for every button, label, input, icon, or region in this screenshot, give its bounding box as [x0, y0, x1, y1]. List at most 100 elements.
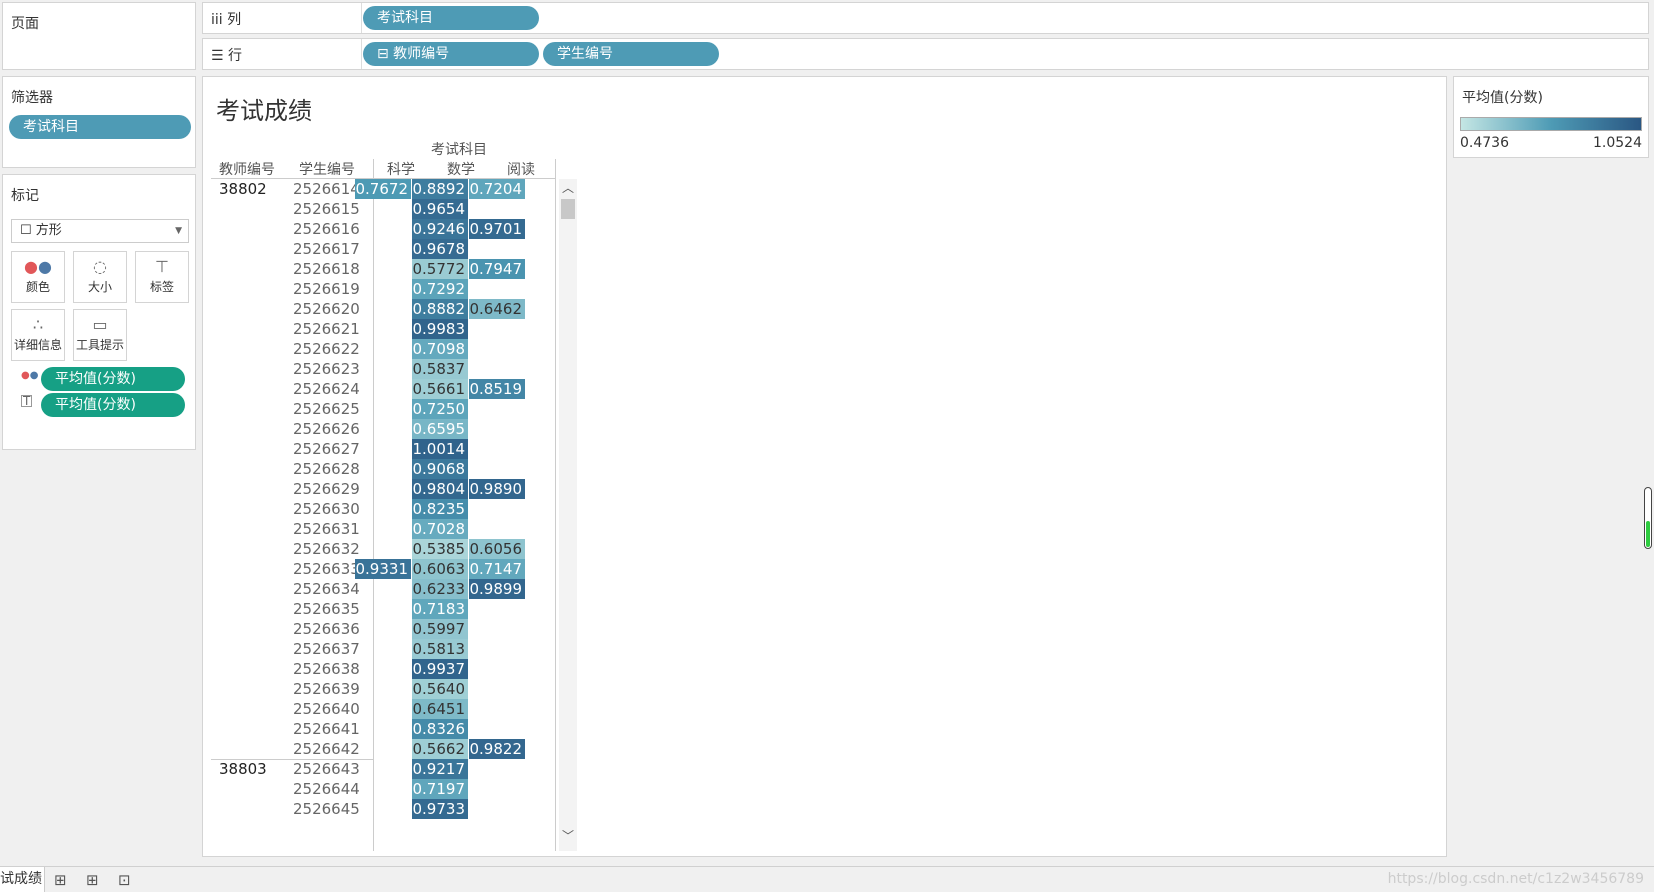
- mark-type-value: ☐ 方形: [20, 223, 62, 238]
- view-panel: 考试成绩 考试科目 教师编号 学生编号 科学 数学 阅读 38802 252661…: [202, 76, 1447, 857]
- student-id-label: 2526618: [293, 260, 360, 278]
- student-id-label: 2526626: [293, 420, 360, 438]
- heatmap-cell[interactable]: 0.9331: [355, 559, 411, 579]
- heatmap-cell[interactable]: 0.5997: [412, 619, 468, 639]
- student-id-label: 2526614: [293, 180, 360, 198]
- student-id-label: 2526630: [293, 500, 360, 518]
- heatmap-cell[interactable]: 0.8235: [412, 499, 468, 519]
- heatmap-cell[interactable]: 0.9822: [469, 739, 525, 759]
- new-story-icon[interactable]: ⊡: [118, 871, 131, 889]
- heatmap-cell[interactable]: 0.7947: [469, 259, 525, 279]
- heatmap-cell[interactable]: 0.7183: [412, 599, 468, 619]
- heatmap-cell[interactable]: 0.9678: [412, 239, 468, 259]
- student-id-label: 2526641: [293, 720, 360, 738]
- heatmap-cell[interactable]: 0.9983: [412, 319, 468, 339]
- marks-size-button[interactable]: ◌ 大小: [73, 251, 127, 303]
- heatmap-cell[interactable]: 0.7250: [412, 399, 468, 419]
- heatmap-cell[interactable]: 0.9899: [469, 579, 525, 599]
- rows-pill-teacher-id[interactable]: ⊟ 教师编号: [363, 42, 539, 66]
- heatmap-cell[interactable]: 0.9246: [412, 219, 468, 239]
- heatmap-cell[interactable]: 0.5662: [412, 739, 468, 759]
- student-id-label: 2526640: [293, 700, 360, 718]
- heatmap-cell[interactable]: 0.6056: [469, 539, 525, 559]
- color-dots-icon: ●●: [24, 257, 52, 276]
- heatmap-cell[interactable]: 0.7292: [412, 279, 468, 299]
- marks-panel: 标记 ☐ 方形 ▼ ●● 颜色 ◌ 大小 ⊤ 标签 ∴ 详细信息 ▭ 工具提示 …: [2, 174, 196, 450]
- heatmap-cell[interactable]: 0.8892: [412, 179, 468, 199]
- side-scroll-fill: [1646, 521, 1650, 547]
- student-id-label: 2526638: [293, 660, 360, 678]
- student-id-label: 2526631: [293, 520, 360, 538]
- marks-color-button[interactable]: ●● 颜色: [11, 251, 65, 303]
- student-id-label: 2526621: [293, 320, 360, 338]
- heatmap-cell[interactable]: 0.6595: [412, 419, 468, 439]
- side-scroll-indicator[interactable]: [1644, 487, 1652, 549]
- heatmap-cell[interactable]: 0.5837: [412, 359, 468, 379]
- student-id-label: 2526639: [293, 680, 360, 698]
- heatmap-cell[interactable]: 0.5385: [412, 539, 468, 559]
- teacher-id-label: 38803: [219, 760, 267, 778]
- heatmap-cell[interactable]: 0.7672: [355, 179, 411, 199]
- heatmap-cell[interactable]: 0.9804: [412, 479, 468, 499]
- heatmap-cell[interactable]: 0.9654: [412, 199, 468, 219]
- student-id-label: 2526622: [293, 340, 360, 358]
- heatmap-cell[interactable]: 0.6063: [412, 559, 468, 579]
- heatmap-cell[interactable]: 0.8519: [469, 379, 525, 399]
- heatmap-cell[interactable]: 0.8326: [412, 719, 468, 739]
- heatmap-cell[interactable]: 0.9733: [412, 799, 468, 819]
- heatmap-cell[interactable]: 0.7028: [412, 519, 468, 539]
- heatmap-cell[interactable]: 0.5813: [412, 639, 468, 659]
- table-scrollbar[interactable]: ︿ ﹀: [559, 179, 577, 851]
- heatmap-cell[interactable]: 0.7098: [412, 339, 468, 359]
- heatmap-cell[interactable]: 0.9937: [412, 659, 468, 679]
- heatmap-cell[interactable]: 0.5640: [412, 679, 468, 699]
- heatmap-cell[interactable]: 0.7197: [412, 779, 468, 799]
- heatmap-cell[interactable]: 1.0014: [412, 439, 468, 459]
- new-worksheet-icon[interactable]: ⊞: [54, 871, 67, 889]
- legend-title: 平均值(分数): [1462, 90, 1543, 106]
- student-id-label: 2526637: [293, 640, 360, 658]
- legend-panel[interactable]: 平均值(分数) 0.4736 1.0524: [1453, 76, 1649, 158]
- marks-tooltip-button[interactable]: ▭ 工具提示: [73, 309, 127, 361]
- student-id-label: 2526619: [293, 280, 360, 298]
- marks-color-field-pill[interactable]: 平均值(分数): [41, 367, 185, 391]
- rows-pill-student-id[interactable]: 学生编号: [543, 42, 719, 66]
- student-id-label: 2526635: [293, 600, 360, 618]
- detail-dots-icon: ∴: [32, 315, 44, 334]
- heatmap-cell[interactable]: 0.5772: [412, 259, 468, 279]
- filters-panel: 筛选器 考试科目: [2, 76, 196, 168]
- filter-pill-subject[interactable]: 考试科目: [9, 115, 191, 139]
- mark-type-dropdown[interactable]: ☐ 方形 ▼: [11, 219, 189, 243]
- heatmap-cell[interactable]: 0.6462: [469, 299, 525, 319]
- new-dashboard-icon[interactable]: ⊞: [86, 871, 99, 889]
- heatmap-cell[interactable]: 0.8882: [412, 299, 468, 319]
- heatmap-cell[interactable]: 0.9217: [412, 759, 468, 779]
- heatmap-cell[interactable]: 0.7204: [469, 179, 525, 199]
- scroll-down-icon[interactable]: ﹀: [562, 827, 574, 844]
- label-t-icon: ⊤: [155, 257, 169, 276]
- pages-panel[interactable]: 页面: [2, 2, 196, 70]
- heatmap-cell[interactable]: 0.6233: [412, 579, 468, 599]
- marks-label-button[interactable]: ⊤ 标签: [135, 251, 189, 303]
- scroll-up-icon[interactable]: ︿: [562, 179, 574, 196]
- heatmap-cell[interactable]: 0.9068: [412, 459, 468, 479]
- columns-pill-subject[interactable]: 考试科目: [363, 6, 539, 30]
- rows-shelf[interactable]: ☰ 行 ⊟ 教师编号 学生编号: [202, 38, 1649, 70]
- pages-title: 页面: [11, 16, 39, 32]
- legend-max: 1.0524: [1593, 135, 1642, 151]
- heatmap-cell[interactable]: 0.9701: [469, 219, 525, 239]
- heatmap-grid: 38802 2526614 0.7672 0.8892 0.7204 2526615 0.9…: [203, 77, 1446, 856]
- heatmap-cell[interactable]: 0.7147: [469, 559, 525, 579]
- sheet-tab-active[interactable]: 试成绩: [0, 867, 45, 892]
- student-id-label: 2526645: [293, 800, 360, 818]
- student-id-label: 2526643: [293, 760, 360, 778]
- scrollbar-thumb[interactable]: [561, 199, 575, 219]
- watermark: https://blog.csdn.net/c1z2w3456789: [1387, 871, 1644, 887]
- columns-shelf[interactable]: iii 列 考试科目: [202, 2, 1649, 34]
- heatmap-cell[interactable]: 0.6451: [412, 699, 468, 719]
- heatmap-cell[interactable]: 0.5661: [412, 379, 468, 399]
- marks-label-field-pill[interactable]: 平均值(分数): [41, 393, 185, 417]
- heatmap-cell[interactable]: 0.9890: [469, 479, 525, 499]
- marks-detail-button[interactable]: ∴ 详细信息: [11, 309, 65, 361]
- tooltip-bubble-icon: ▭: [92, 315, 108, 334]
